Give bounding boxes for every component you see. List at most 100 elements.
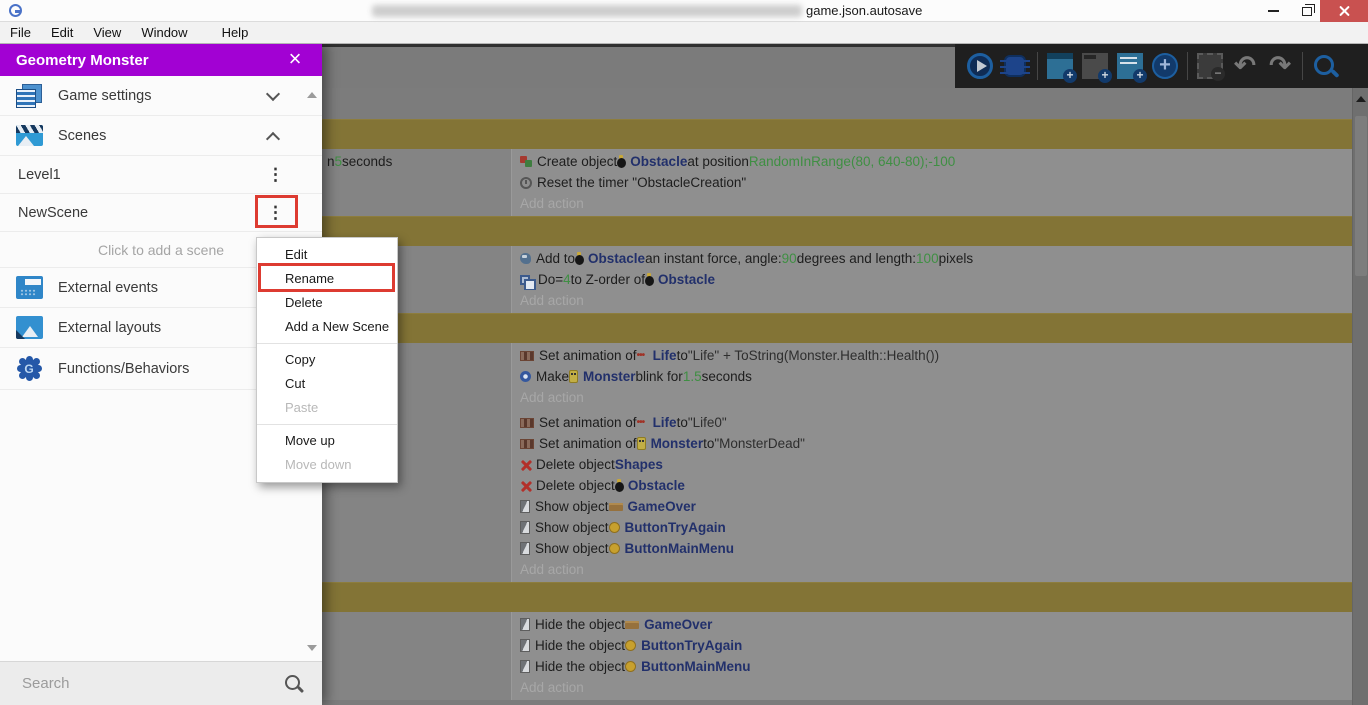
event-actions[interactable]: Add to Obstacle an instant force, angle:… — [512, 246, 1352, 313]
sidebar-item-game-settings[interactable]: Game settings — [0, 76, 322, 116]
redo-button[interactable]: ↷ — [1267, 53, 1293, 79]
event-action-line[interactable]: Set animation of Monster to "MonsterDead… — [512, 433, 1352, 454]
event-action-line[interactable]: Delete object Obstacle — [512, 475, 1352, 496]
restore-icon — [1302, 7, 1312, 16]
event-action-line[interactable]: Show object ButtonMainMenu — [512, 538, 1352, 559]
visibility-icon — [520, 639, 530, 652]
event-action-line[interactable]: Make Monster blink for 1.5 seconds — [512, 366, 1352, 387]
add-subevent-button[interactable]: + — [1082, 53, 1108, 79]
menu-edit[interactable]: Edit — [41, 25, 83, 40]
plus-icon: + — [1063, 69, 1077, 83]
event-action-line[interactable]: Do = 4 to Z-order of Obstacle — [512, 269, 1352, 290]
menu-item-add-new-scene[interactable]: Add a New Scene — [257, 315, 397, 339]
plus-icon: + — [1133, 69, 1147, 83]
menu-item-copy[interactable]: Copy — [257, 348, 397, 372]
event-block[interactable]: Set animation of Life to "Life" + ToStri… — [322, 343, 1352, 410]
event-group-header[interactable] — [322, 216, 1352, 246]
menu-item-delete[interactable]: Delete — [257, 291, 397, 315]
event-group-header[interactable] — [322, 313, 1352, 343]
event-action-line[interactable]: Show object GameOver — [512, 496, 1352, 517]
scroll-up-icon[interactable] — [1356, 96, 1366, 102]
functions-behaviors-icon — [17, 356, 42, 381]
menu-window[interactable]: Window — [131, 25, 197, 40]
obstacle-object-icon — [575, 252, 584, 265]
event-action-line[interactable]: Hide the object ButtonTryAgain — [512, 635, 1352, 656]
obstacle-object-icon — [645, 273, 654, 286]
add-action-button[interactable]: Add action — [512, 387, 1352, 408]
menu-item-move-down: Move down — [257, 453, 397, 477]
menu-file[interactable]: File — [0, 25, 41, 40]
close-button[interactable] — [1320, 0, 1368, 22]
add-action-button[interactable]: Add action — [512, 559, 1352, 580]
event-action-line[interactable]: Hide the object ButtonMainMenu — [512, 656, 1352, 677]
add-action-button[interactable]: Add action — [512, 193, 1352, 214]
search-events-button[interactable] — [1312, 53, 1338, 79]
button-object-icon — [609, 543, 620, 554]
sidebar-item-scenes[interactable]: Scenes — [0, 116, 322, 156]
app-window: n 5 secondsCreate object Obstacle at pos… — [0, 0, 1368, 705]
event-action-line[interactable]: Show object ButtonTryAgain — [512, 517, 1352, 538]
scroll-down-icon[interactable] — [307, 645, 317, 651]
chevron-down-icon[interactable] — [266, 87, 280, 101]
event-group-header[interactable] — [322, 119, 1352, 149]
undo-button[interactable]: ↶ — [1232, 53, 1258, 79]
event-action-line[interactable]: Hide the object GameOver — [512, 614, 1352, 635]
event-action-line[interactable]: Create object Obstacle at position Rando… — [512, 151, 1352, 172]
minimize-button[interactable] — [1258, 0, 1288, 22]
menubar: File Edit View Window Help — [0, 22, 1368, 44]
event-actions[interactable]: Create object Obstacle at position Rando… — [512, 149, 1352, 216]
scene-name: Level1 — [18, 167, 61, 183]
menu-item-cut[interactable]: Cut — [257, 372, 397, 396]
delete-object-icon — [520, 459, 532, 471]
event-action-line[interactable]: Add to Obstacle an instant force, angle:… — [512, 248, 1352, 269]
delete-event-button[interactable]: − — [1197, 53, 1223, 79]
close-icon[interactable]: × — [280, 44, 310, 76]
gameover-object-icon — [609, 503, 623, 511]
visibility-icon — [520, 660, 530, 673]
event-block[interactable]: Set animation of Life to "Life0"Set anim… — [322, 410, 1352, 582]
menu-item-paste: Paste — [257, 396, 397, 420]
add-action-button[interactable]: Add action — [512, 290, 1352, 311]
kebab-menu-icon[interactable]: ⋮ — [267, 156, 284, 193]
event-action-line[interactable]: Reset the timer "ObstacleCreation" — [512, 172, 1352, 193]
annotation-kebab-highlight — [255, 195, 298, 228]
events-scrollbar-thumb[interactable] — [1355, 116, 1367, 276]
scene-item-level1[interactable]: Level1 ⋮ — [0, 156, 322, 194]
z-order-icon — [520, 275, 530, 285]
monster-object-icon — [569, 370, 578, 383]
maximize-button[interactable] — [1292, 0, 1322, 22]
preview-play-button[interactable] — [967, 53, 993, 79]
event-actions[interactable]: Hide the object GameOverHide the object … — [512, 612, 1352, 700]
event-group-header[interactable] — [322, 582, 1352, 612]
visibility-icon — [520, 500, 530, 513]
event-action-line[interactable]: Set animation of Life to "Life0" — [512, 412, 1352, 433]
menu-help[interactable]: Help — [212, 25, 259, 40]
scroll-up-icon[interactable] — [307, 92, 317, 98]
search-input[interactable] — [20, 674, 260, 693]
event-actions[interactable]: Set animation of Life to "Life0"Set anim… — [512, 410, 1352, 582]
event-conditions[interactable]: n 5 seconds — [322, 149, 512, 216]
event-action-line[interactable]: Set animation of Life to "Life" + ToStri… — [512, 345, 1352, 366]
search-icon[interactable] — [284, 674, 304, 694]
chevron-up-icon[interactable] — [266, 132, 280, 146]
menu-view[interactable]: View — [83, 25, 131, 40]
event-actions[interactable]: Set animation of Life to "Life" + ToStri… — [512, 343, 1352, 410]
sidebar-item-label: External layouts — [58, 320, 161, 336]
life-object-icon — [637, 350, 651, 361]
annotation-rename-highlight — [258, 263, 395, 292]
menu-item-move-up[interactable]: Move up — [257, 429, 397, 453]
event-action-line[interactable]: Delete object Shapes — [512, 454, 1352, 475]
add-comment-button[interactable]: + — [1117, 53, 1143, 79]
add-event-button[interactable]: + — [1047, 53, 1073, 79]
event-conditions[interactable] — [322, 612, 512, 700]
event-block[interactable]: Add to Obstacle an instant force, angle:… — [322, 246, 1352, 313]
visibility-icon — [520, 542, 530, 555]
external-layouts-icon — [16, 316, 43, 339]
events-scrollbar[interactable] — [1352, 88, 1368, 705]
add-action-button[interactable]: Add action — [512, 677, 1352, 698]
event-condition-line[interactable]: n 5 seconds — [322, 151, 511, 172]
debug-button[interactable] — [1004, 55, 1026, 77]
add-more-button[interactable]: + — [1152, 53, 1178, 79]
event-block[interactable]: n 5 secondsCreate object Obstacle at pos… — [322, 149, 1352, 216]
event-block[interactable]: Hide the object GameOverHide the object … — [322, 612, 1352, 700]
